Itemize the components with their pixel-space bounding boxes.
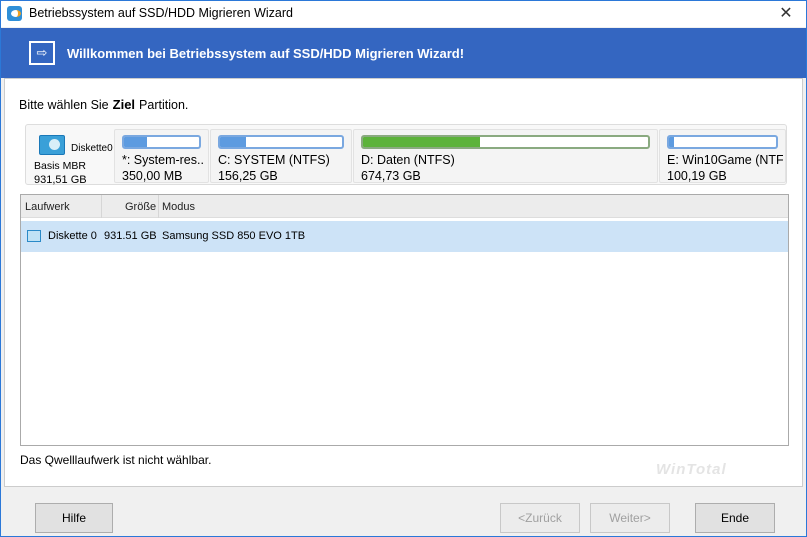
cell-size: 931.51 GB <box>104 230 157 242</box>
disk-icon <box>39 135 65 155</box>
usage-bar <box>218 135 344 149</box>
usage-fill <box>363 137 480 147</box>
partition-size: 674,73 GB <box>361 169 421 183</box>
partition-name: D: Daten (NTFS) <box>361 153 455 167</box>
usage-fill <box>669 137 675 147</box>
table-header: Laufwerk Größe Modus <box>21 195 788 218</box>
cell-drive: Diskette 0 <box>48 230 97 242</box>
column-size[interactable]: Größe <box>125 201 156 213</box>
usage-fill <box>220 137 246 147</box>
disk-icon <box>27 230 41 242</box>
partition-e[interactable]: E: Win10Game (NTF. 100,19 GB <box>659 129 786 183</box>
disk-map: Diskette0 Basis MBR 931,51 GB *: System-… <box>25 124 787 186</box>
usage-bar <box>361 135 650 149</box>
next-button[interactable]: Weiter> <box>590 503 670 533</box>
partition-name: E: Win10Game (NTF. <box>667 153 783 167</box>
partition-system-reserved[interactable]: *: System-res.. 350,00 MB <box>114 129 209 183</box>
partition-d[interactable]: D: Daten (NTFS) 674,73 GB <box>353 129 658 183</box>
partition-size: 156,25 GB <box>218 169 278 183</box>
disk-size: 931,51 GB <box>34 174 87 186</box>
instruction-text: Bitte wählen Sie Ziel Partition. <box>19 97 189 112</box>
disk-name: Diskette0 <box>71 143 113 154</box>
close-button[interactable]: ✕ <box>766 1 806 27</box>
window-title: Betriebssystem auf SSD/HDD Migrieren Wiz… <box>29 6 293 20</box>
partition-size: 350,00 MB <box>122 169 183 183</box>
column-mode[interactable]: Modus <box>162 201 195 213</box>
finish-button[interactable]: Ende <box>695 503 775 533</box>
title-bar: Betriebssystem auf SSD/HDD Migrieren Wiz… <box>1 1 806 27</box>
watermark-logo: WinTotal <box>656 461 727 478</box>
usage-bar <box>667 135 778 149</box>
app-icon <box>7 6 22 21</box>
migrate-os-icon: ⇨ <box>29 41 55 65</box>
help-button[interactable]: Hilfe <box>35 503 113 533</box>
usage-bar <box>122 135 201 149</box>
cell-mode: Samsung SSD 850 EVO 1TB <box>162 230 306 242</box>
partition-name: C: SYSTEM (NTFS) <box>218 153 330 167</box>
column-drive[interactable]: Laufwerk <box>25 201 70 213</box>
header-title: Willkommen bei Betriebssystem auf SSD/HD… <box>67 46 465 61</box>
drive-table: Laufwerk Größe Modus Diskette 0 931.51 G… <box>20 194 789 446</box>
disk-type: Basis MBR <box>34 160 86 172</box>
back-button[interactable]: <Zurück <box>500 503 580 533</box>
disk-info[interactable]: Diskette0 Basis MBR 931,51 GB <box>28 129 113 186</box>
usage-fill <box>124 137 147 147</box>
status-note: Das Qwelllaufwerk ist nicht wählbar. <box>20 453 212 467</box>
partition-c[interactable]: C: SYSTEM (NTFS) 156,25 GB <box>210 129 352 183</box>
partition-name: *: System-res.. <box>122 153 204 167</box>
table-row[interactable]: Diskette 0 931.51 GB Samsung SSD 850 EVO… <box>21 221 788 252</box>
partition-size: 100,19 GB <box>667 169 727 183</box>
wizard-header: ⇨ Willkommen bei Betriebssystem auf SSD/… <box>1 28 806 78</box>
